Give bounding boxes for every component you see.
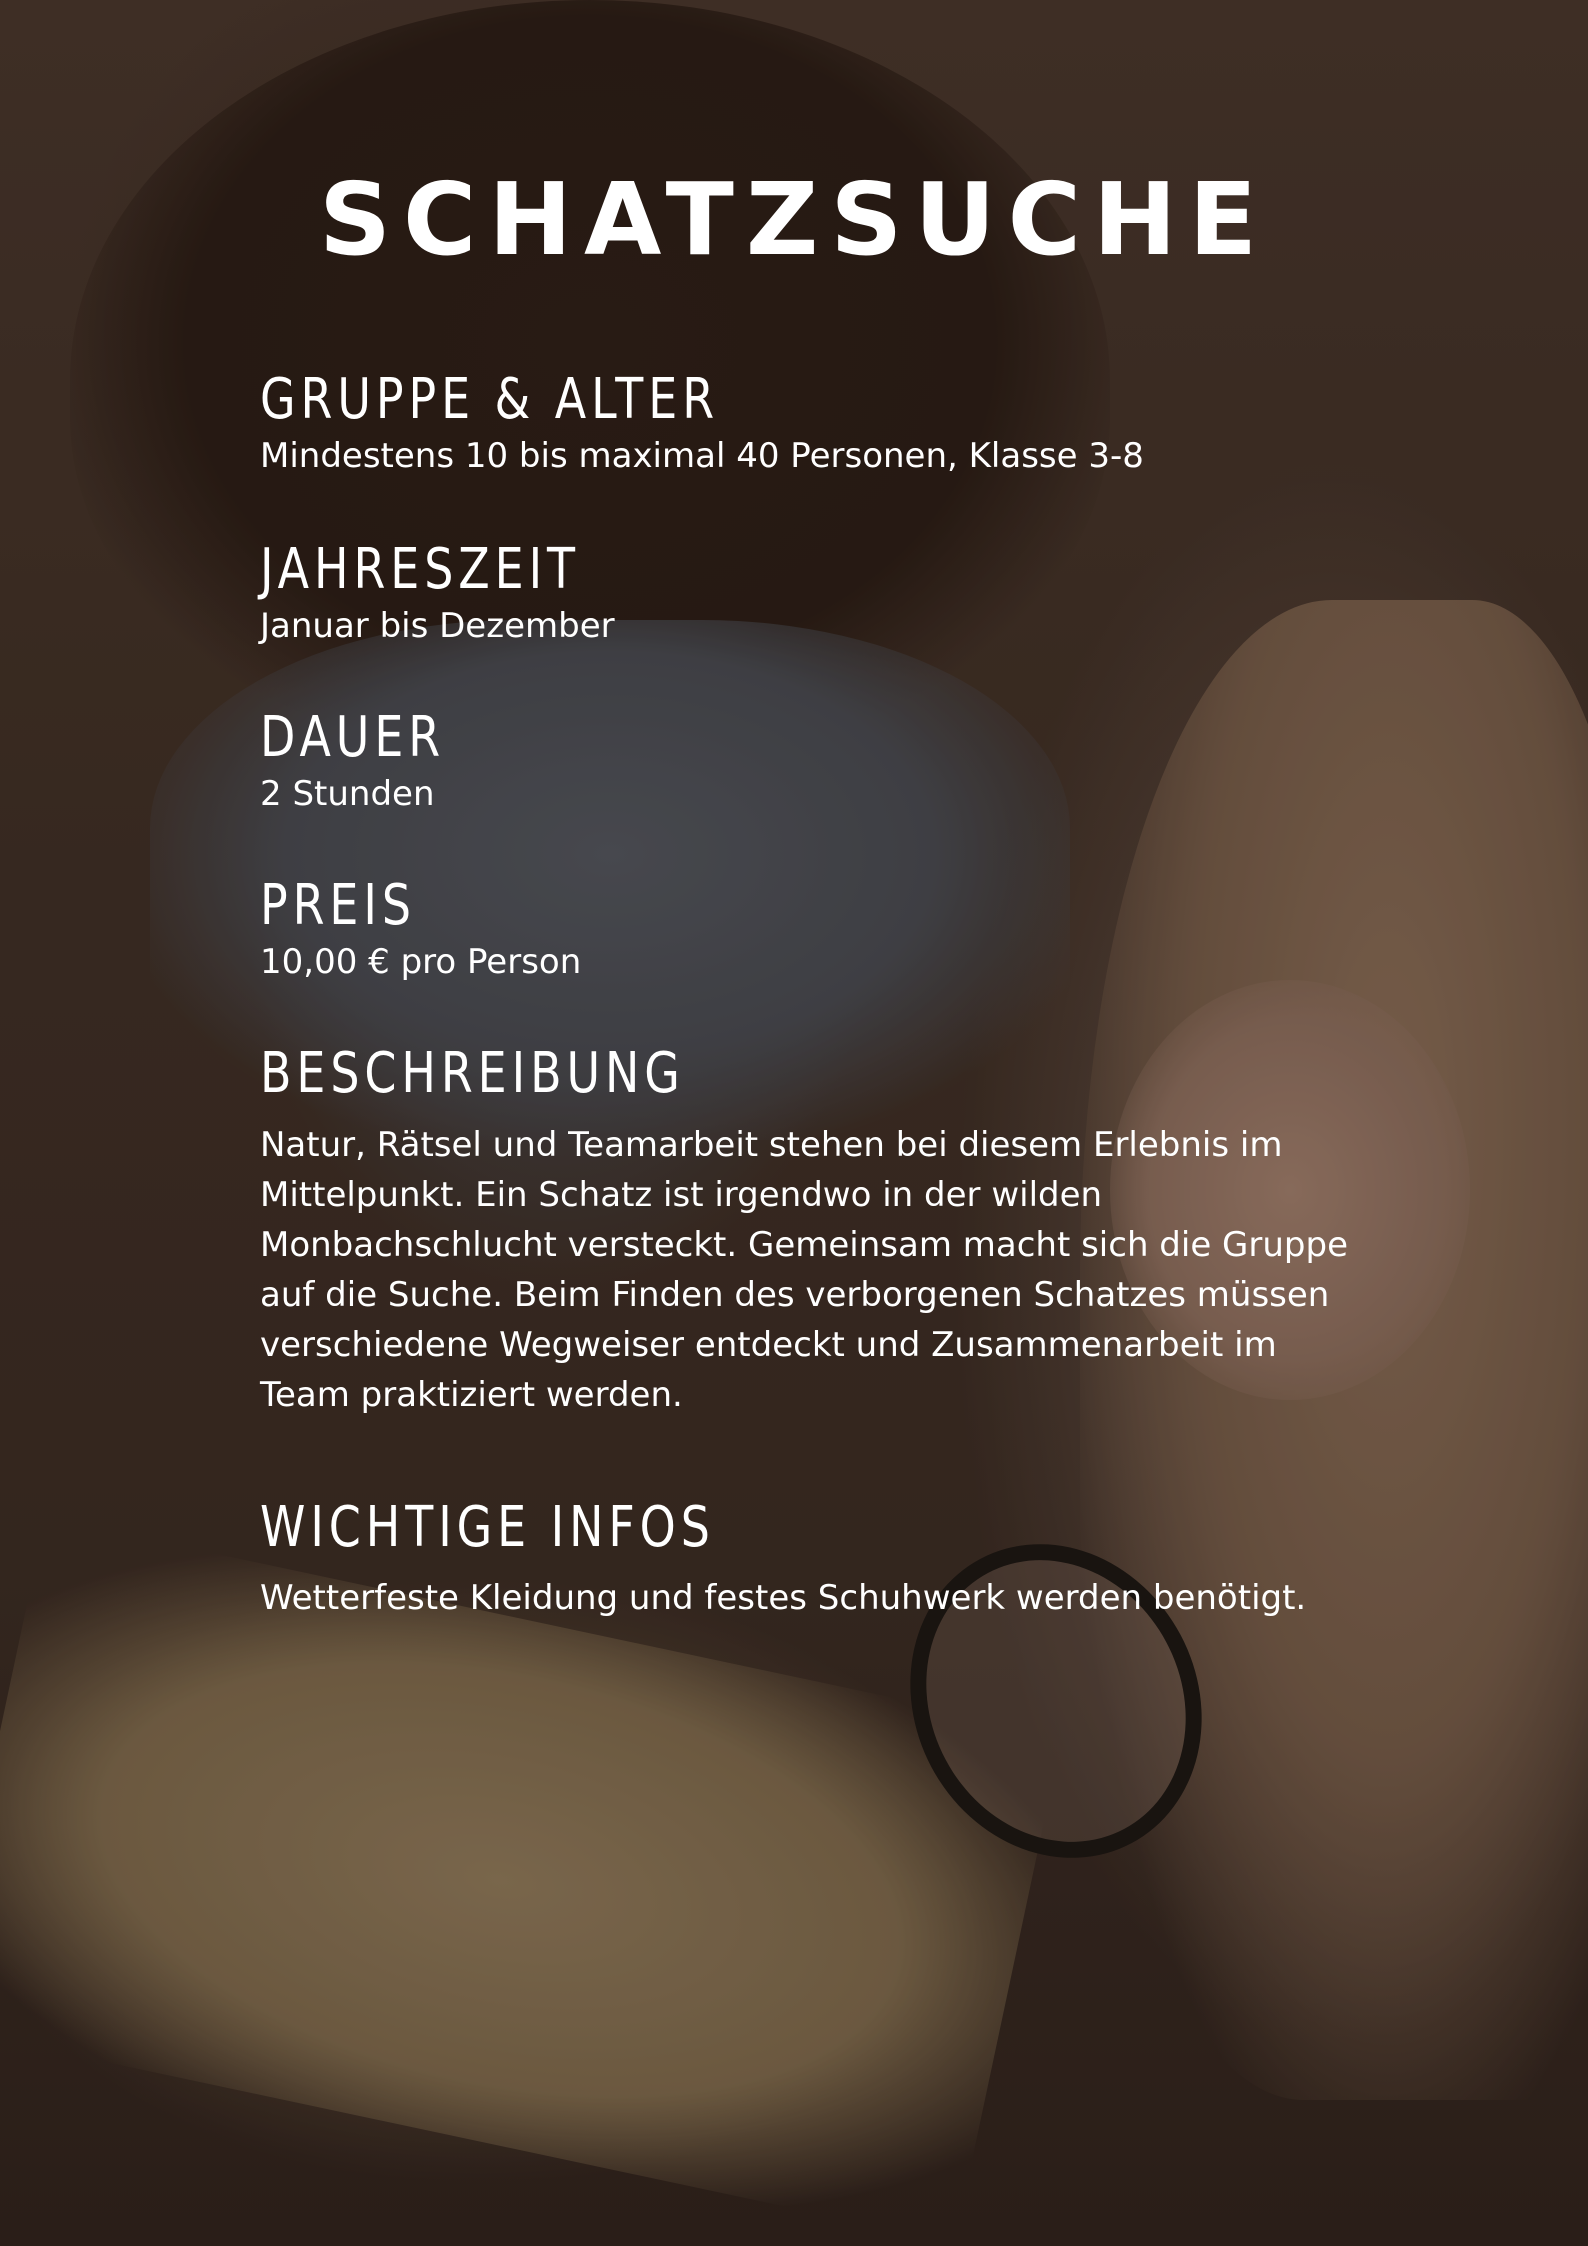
section-wichtige-infos: WICHTIGE INFOS Wetterfeste Kleidung und … bbox=[260, 1494, 1380, 1620]
description-line: Team praktiziert werden. bbox=[260, 1375, 683, 1415]
section-text: Wetterfeste Kleidung und festes Schuhwer… bbox=[260, 1578, 1307, 1618]
section-preis: PREIS 10,00 € pro Person bbox=[260, 872, 1380, 984]
section-text: 10,00 € pro Person bbox=[260, 942, 582, 982]
description-paragraph: Natur, Rätsel und Teamarbeit stehen bei … bbox=[260, 1120, 1380, 1420]
description-line: verschiedene Wegweiser entdeckt und Zusa… bbox=[260, 1325, 1277, 1365]
flyer-page: SCHATZSUCHE GRUPPE & ALTER Mindestens 10… bbox=[0, 0, 1588, 2246]
section-dauer: DAUER 2 Stunden bbox=[260, 704, 1380, 816]
section-heading: WICHTIGE INFOS bbox=[260, 1495, 715, 1560]
description-line: Monbachschlucht versteckt. Gemeinsam mac… bbox=[260, 1225, 1349, 1265]
section-heading: PREIS bbox=[260, 873, 416, 938]
section-text: 2 Stunden bbox=[260, 774, 435, 814]
section-jahreszeit: JAHRESZEIT Januar bis Dezember bbox=[260, 536, 1380, 648]
description-line: auf die Suche. Beim Finden des verborgen… bbox=[260, 1275, 1330, 1315]
section-heading: DAUER bbox=[260, 705, 446, 770]
flyer-content: SCHATZSUCHE GRUPPE & ALTER Mindestens 10… bbox=[0, 0, 1588, 2246]
description-line: Mittelpunkt. Ein Schatz ist irgendwo in … bbox=[260, 1175, 1103, 1215]
section-gruppe-alter: GRUPPE & ALTER Mindestens 10 bis maximal… bbox=[260, 366, 1380, 478]
page-title: SCHATZSUCHE bbox=[318, 161, 1270, 278]
section-text: Januar bis Dezember bbox=[260, 606, 615, 646]
section-text: Mindestens 10 bis maximal 40 Personen, K… bbox=[260, 436, 1144, 476]
section-beschreibung: BESCHREIBUNG Natur, Rätsel und Teamarbei… bbox=[260, 1040, 1380, 1420]
section-heading: GRUPPE & ALTER bbox=[260, 367, 720, 432]
description-line: Natur, Rätsel und Teamarbeit stehen bei … bbox=[260, 1125, 1283, 1165]
section-heading: JAHRESZEIT bbox=[260, 537, 581, 602]
section-heading: BESCHREIBUNG bbox=[260, 1041, 685, 1106]
